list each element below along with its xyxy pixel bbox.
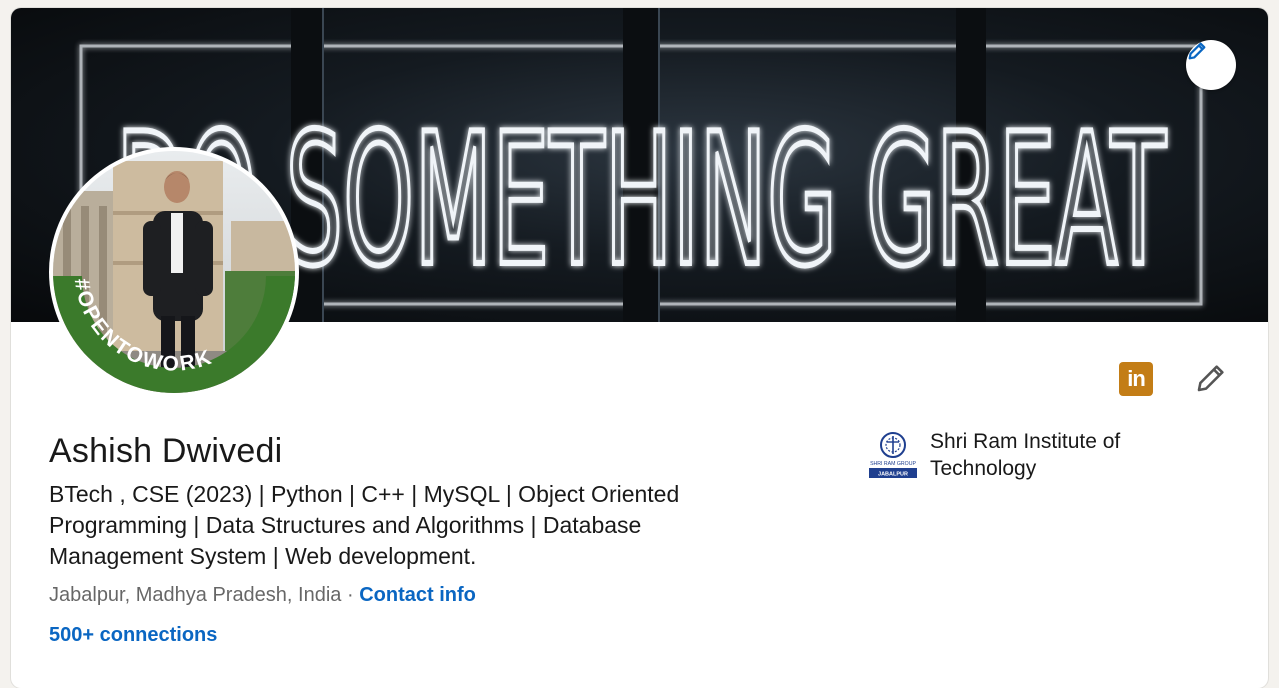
education-school-link[interactable]: SHRI RAM GROUP JABALPUR Shri Ram Institu… (868, 428, 1190, 482)
edit-intro-button[interactable] (1193, 360, 1229, 396)
profile-name: Ashish Dwivedi (49, 432, 283, 470)
location-text: Jabalpur, Madhya Pradesh, India (49, 584, 342, 606)
school-logo: SHRI RAM GROUP JABALPUR (868, 430, 918, 480)
avatar: #OPENTOWORK (53, 151, 295, 393)
school-logo-top-text: SHRI RAM GROUP (870, 461, 916, 467)
school-name: Shri Ram Institute of Technology (930, 430, 1121, 480)
profile-card: DO SOMETHING GREAT #OPENTOWORK in Ashish… (11, 8, 1268, 688)
pencil-icon (1197, 365, 1224, 392)
connections-link[interactable]: 500+ connections (49, 624, 217, 647)
location-row: Jabalpur, Madhya Pradesh, India · Contac… (49, 584, 476, 607)
contact-info-link[interactable]: Contact info (359, 584, 476, 606)
pencil-icon (1188, 42, 1206, 60)
linkedin-icon[interactable]: in (1119, 362, 1153, 396)
separator-dot: · (341, 584, 360, 606)
edit-banner-button[interactable] (1186, 40, 1236, 90)
school-logo-bottom-text: JABALPUR (878, 472, 908, 478)
profile-headline: BTech , CSE (2023) | Python | C++ | MySQ… (49, 481, 680, 569)
profile-photo[interactable]: #OPENTOWORK (49, 147, 299, 397)
